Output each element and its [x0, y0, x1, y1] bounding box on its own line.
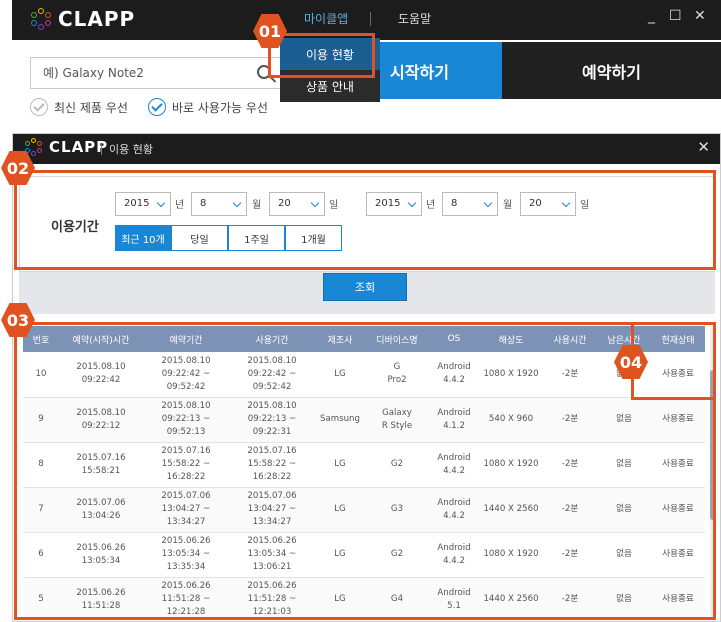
usage-title-bar: CLAPP 이용 현황 ✕ [13, 134, 720, 164]
usage-window-title: 이용 현황 [109, 143, 153, 156]
option-available-label: 바로 사용가능 우선 [172, 100, 268, 115]
menu-help[interactable]: 도움말 [398, 10, 431, 27]
logo-mark-icon [30, 8, 52, 30]
start-button-label: 시작하기 [390, 62, 449, 82]
minimize-button[interactable]: _ [648, 8, 655, 24]
clapp-logo-small: CLAPP [25, 138, 108, 156]
maximize-button[interactable]: ☐ [669, 8, 682, 24]
callout-highlight-03 [14, 322, 716, 620]
menu-divider [370, 12, 371, 26]
logo-mark-icon [25, 138, 43, 156]
reserve-button[interactable]: 예약하기 [502, 42, 721, 99]
usage-close-button[interactable]: ✕ [697, 138, 710, 156]
option-latest[interactable]: 최신 제품 우선 [30, 98, 128, 116]
search-input[interactable] [31, 58, 241, 88]
title-divider [101, 143, 102, 155]
check-circle-icon[interactable] [30, 98, 48, 116]
close-button[interactable]: ✕ [694, 8, 706, 24]
menu-my-clapp[interactable]: 마이클앱 [304, 10, 348, 27]
logo-text: CLAPP [49, 138, 109, 156]
clapp-logo: CLAPP [30, 7, 135, 31]
check-circle-icon[interactable] [148, 98, 166, 116]
callout-highlight-01 [268, 33, 375, 78]
logo-text: CLAPP [58, 7, 136, 31]
option-latest-label: 최신 제품 우선 [54, 100, 128, 115]
search-box [30, 57, 282, 89]
callout-highlight-02 [14, 170, 716, 270]
lookup-button[interactable]: 조회 [323, 273, 407, 301]
option-available[interactable]: 바로 사용가능 우선 [148, 98, 268, 116]
